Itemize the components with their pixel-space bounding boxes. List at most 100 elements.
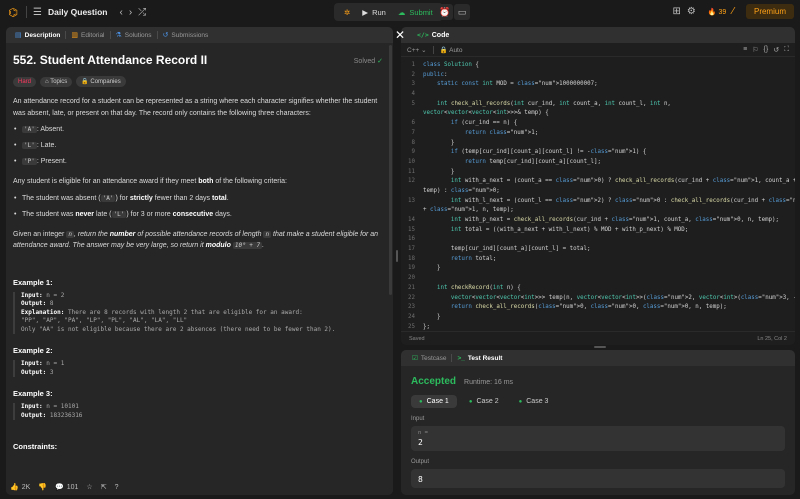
line-number: 17: [408, 246, 415, 253]
code-line[interactable]: 10 return temp[cur_ind][count_a][count_l…: [401, 158, 795, 168]
code-line[interactable]: 8 }: [401, 139, 795, 149]
tab-code[interactable]: </> Code: [417, 31, 449, 39]
settings-gear-icon[interactable]: ⚙: [687, 6, 696, 17]
case-tab-1[interactable]: ● Case 1: [411, 395, 457, 408]
companies-badge[interactable]: 🔒 Companies: [76, 76, 126, 87]
list-item: The student was absent ('A') for strictl…: [13, 194, 386, 204]
format-icon[interactable]: ≡: [743, 46, 747, 54]
layout-icon[interactable]: ⊞: [672, 6, 680, 17]
line-number: 22: [408, 294, 415, 301]
code-line[interactable]: 5 int check_all_records(int cur_ind, int…: [401, 100, 795, 110]
code-line[interactable]: 9 if (temp[cur_ind][count_a][count_l] !=…: [401, 148, 795, 158]
tab-test-result[interactable]: >_ Test Result: [452, 355, 507, 362]
like-button[interactable]: 👍 2K: [10, 483, 30, 492]
notes-icon[interactable]: ▭: [454, 4, 470, 20]
help-icon: ?: [114, 483, 119, 491]
code-editor[interactable]: 1 class Solution {2 public: 3 static const …: [401, 57, 795, 332]
reset-icon[interactable]: ↺: [773, 46, 779, 54]
line-number: [401, 109, 423, 119]
code-tools: ≡ ⚐ {} ↺ ⛶: [738, 46, 789, 54]
comments-button[interactable]: 💬 101: [55, 483, 78, 492]
star-button[interactable]: ☆: [86, 483, 92, 491]
streak-counter[interactable]: 🔥 39: [708, 8, 726, 16]
case-tabs: ● Case 1 ● Case 2 ● Case 3: [401, 387, 795, 408]
line-number: 16: [408, 236, 415, 243]
topics-badge[interactable]: ⌂ Topics: [40, 76, 73, 87]
run-button[interactable]: ▶ Run: [356, 3, 392, 21]
bookmark-icon[interactable]: ⚐: [752, 46, 758, 54]
help-button[interactable]: ?: [115, 484, 119, 491]
line-number: 5: [411, 100, 416, 107]
notification-icon[interactable]: ⁄: [732, 6, 734, 17]
top-bar: ⌬ ☰ Daily Question ‹ › ⤮ ✲ ▶ Run ☁ Submit …: [0, 0, 800, 24]
line-number: 21: [408, 284, 415, 291]
code-line[interactable]: 7 return class="num">1;: [401, 129, 795, 139]
input-label: Input: [411, 416, 425, 422]
cursor-position: Ln 25, Col 2: [757, 335, 787, 342]
line-number: 2: [411, 71, 416, 78]
code-line[interactable]: vector<vector<vector<int>>>& temp) {: [401, 109, 795, 119]
cloud-upload-icon: ☁: [397, 7, 406, 17]
code-line[interactable]: 1 class Solution {: [401, 61, 795, 71]
line-number: 10: [408, 158, 415, 165]
submit-button[interactable]: ☁ Submit: [392, 3, 439, 21]
badges: Hard ⌂ Topics 🔒 Companies: [13, 76, 386, 87]
code-line[interactable]: 6 if (cur_ind == n) {: [401, 119, 795, 129]
code-line[interactable]: temp) : class="num">0;: [401, 187, 795, 197]
code-line[interactable]: 22 vector<vector<vector<int>>> temp(n, v…: [401, 294, 795, 304]
dislike-button[interactable]: 👎: [38, 483, 47, 491]
debug-button[interactable]: ✲: [338, 3, 356, 21]
dot-icon: ●: [419, 398, 423, 405]
tag-icon: ⌂: [45, 78, 49, 85]
close-icon[interactable]: ✕: [392, 27, 408, 43]
code-line[interactable]: 2 public:: [401, 71, 795, 81]
tab-testcase[interactable]: ☑ Testcase: [407, 354, 451, 363]
fullscreen-icon[interactable]: ⛶: [784, 46, 789, 54]
lock-icon: 🔒: [439, 46, 448, 54]
comment-icon: 💬: [55, 484, 64, 491]
shuffle-icon[interactable]: ⤮: [138, 7, 146, 18]
code-line[interactable]: 20: [401, 274, 795, 284]
tab-editorial[interactable]: ▥ Editorial: [66, 27, 109, 43]
code-line[interactable]: 21 int checkRecord(int n) {: [401, 284, 795, 294]
scrollbar[interactable]: [389, 45, 392, 295]
code-line[interactable]: 4: [401, 90, 795, 100]
leetcode-logo-icon[interactable]: ⌬: [6, 5, 20, 19]
code-line[interactable]: 17 temp[cur_ind][count_a][count_l] = tot…: [401, 245, 795, 255]
code-line[interactable]: 24 }: [401, 313, 795, 323]
difficulty-badge: Hard: [13, 76, 37, 87]
code-text: }: [423, 313, 441, 320]
auto-mode-toggle[interactable]: 🔒 Auto: [440, 46, 463, 54]
code-text: static const int MOD = class="num">10000…: [436, 81, 598, 88]
braces-icon[interactable]: {}: [764, 46, 769, 54]
horizontal-resize-handle[interactable]: [594, 346, 606, 348]
constraints-title: Constraints:: [13, 442, 58, 451]
code-line[interactable]: 13 int with_l_next = (count_l == class="…: [401, 197, 795, 207]
code-line[interactable]: 14 int with_p_next = check_all_records(c…: [401, 216, 795, 226]
vertical-resize-handle[interactable]: [396, 250, 398, 262]
code-line[interactable]: 3 static const int MOD = class="num">100…: [401, 80, 795, 90]
code-line[interactable]: 16: [401, 235, 795, 245]
problem-list-icon[interactable]: ☰: [33, 7, 42, 18]
tab-description[interactable]: ▤ Description: [10, 27, 65, 43]
code-line[interactable]: 23 return check_all_records(class="num">…: [401, 303, 795, 313]
premium-button[interactable]: Premium: [745, 4, 794, 19]
tab-submissions[interactable]: ↺ Submissions: [158, 27, 214, 43]
case-tab-2[interactable]: ● Case 2: [461, 395, 507, 408]
code-line[interactable]: 19 }: [401, 264, 795, 274]
tab-solutions[interactable]: ⚗ Solutions: [111, 27, 157, 43]
code-line[interactable]: 18 return total;: [401, 255, 795, 265]
code-line[interactable]: + class="num">1, n, temp);: [401, 206, 795, 216]
language-select[interactable]: C++ ⌄: [407, 46, 427, 54]
next-problem-icon[interactable]: ›: [129, 7, 132, 18]
code-text: return check_all_records(class="num">0, …: [450, 304, 727, 311]
prev-problem-icon[interactable]: ‹: [119, 7, 122, 18]
case-tab-3[interactable]: ● Case 3: [511, 395, 557, 408]
problem-list-title[interactable]: Daily Question: [48, 7, 108, 17]
share-button[interactable]: ⇱: [101, 483, 107, 491]
code-line[interactable]: 11 }: [401, 168, 795, 178]
example-title: Example 2:: [13, 346, 53, 355]
timer-icon[interactable]: ⏰: [437, 4, 453, 20]
code-line[interactable]: 12 int with_a_next = (count_a == class="…: [401, 177, 795, 187]
code-line[interactable]: 15 int total = ((with_a_next + with_l_ne…: [401, 226, 795, 236]
